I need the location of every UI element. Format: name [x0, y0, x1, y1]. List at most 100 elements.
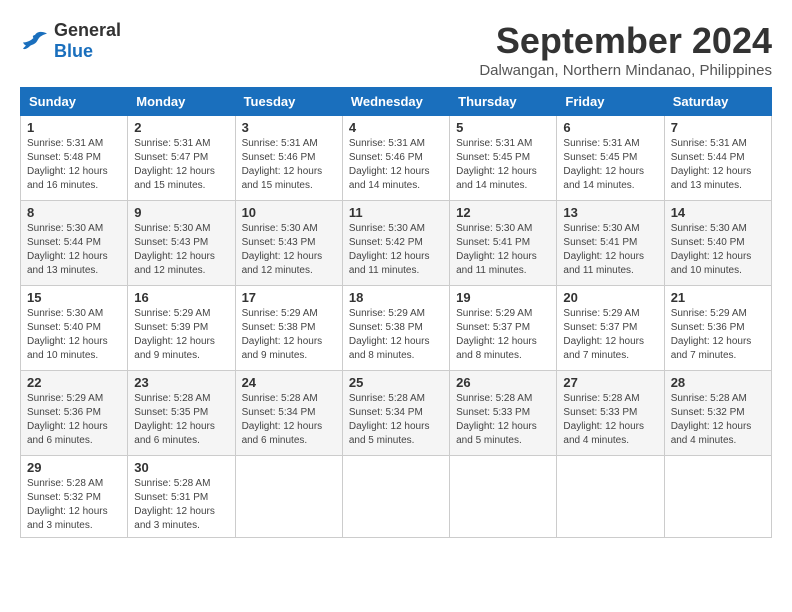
- calendar-week-row: 29 Sunrise: 5:28 AMSunset: 5:32 PMDaylig…: [21, 456, 772, 538]
- day-detail: Sunrise: 5:31 AMSunset: 5:46 PMDaylight:…: [349, 138, 430, 191]
- calendar-day-cell: 11 Sunrise: 5:30 AMSunset: 5:42 PMDaylig…: [342, 201, 449, 286]
- calendar-day-cell: 23 Sunrise: 5:28 AMSunset: 5:35 PMDaylig…: [128, 371, 235, 456]
- day-number: 29: [27, 460, 121, 475]
- calendar-day-cell: 25 Sunrise: 5:28 AMSunset: 5:34 PMDaylig…: [342, 371, 449, 456]
- day-detail: Sunrise: 5:30 AMSunset: 5:43 PMDaylight:…: [134, 223, 215, 276]
- calendar-day-cell: [450, 456, 557, 538]
- location-subtitle: Dalwangan, Northern Mindanao, Philippine…: [479, 62, 772, 79]
- day-detail: Sunrise: 5:29 AMSunset: 5:36 PMDaylight:…: [671, 308, 752, 361]
- day-detail: Sunrise: 5:30 AMSunset: 5:42 PMDaylight:…: [349, 223, 430, 276]
- calendar-day-cell: 30 Sunrise: 5:28 AMSunset: 5:31 PMDaylig…: [128, 456, 235, 538]
- calendar-day-cell: 18 Sunrise: 5:29 AMSunset: 5:38 PMDaylig…: [342, 286, 449, 371]
- day-detail: Sunrise: 5:31 AMSunset: 5:45 PMDaylight:…: [563, 138, 644, 191]
- calendar-week-row: 15 Sunrise: 5:30 AMSunset: 5:40 PMDaylig…: [21, 286, 772, 371]
- day-detail: Sunrise: 5:31 AMSunset: 5:47 PMDaylight:…: [134, 138, 215, 191]
- weekday-header-row: SundayMondayTuesdayWednesdayThursdayFrid…: [21, 88, 772, 116]
- weekday-header-wednesday: Wednesday: [342, 88, 449, 116]
- calendar-day-cell: 3 Sunrise: 5:31 AMSunset: 5:46 PMDayligh…: [235, 116, 342, 201]
- calendar-day-cell: 20 Sunrise: 5:29 AMSunset: 5:37 PMDaylig…: [557, 286, 664, 371]
- day-detail: Sunrise: 5:29 AMSunset: 5:37 PMDaylight:…: [563, 308, 644, 361]
- calendar-week-row: 22 Sunrise: 5:29 AMSunset: 5:36 PMDaylig…: [21, 371, 772, 456]
- day-detail: Sunrise: 5:30 AMSunset: 5:44 PMDaylight:…: [27, 223, 108, 276]
- day-detail: Sunrise: 5:29 AMSunset: 5:38 PMDaylight:…: [349, 308, 430, 361]
- day-number: 4: [349, 120, 443, 135]
- day-detail: Sunrise: 5:28 AMSunset: 5:33 PMDaylight:…: [456, 393, 537, 446]
- day-number: 20: [563, 290, 657, 305]
- day-number: 12: [456, 205, 550, 220]
- day-number: 17: [242, 290, 336, 305]
- day-number: 28: [671, 375, 765, 390]
- calendar-day-cell: [342, 456, 449, 538]
- day-detail: Sunrise: 5:30 AMSunset: 5:40 PMDaylight:…: [671, 223, 752, 276]
- calendar-day-cell: 2 Sunrise: 5:31 AMSunset: 5:47 PMDayligh…: [128, 116, 235, 201]
- weekday-header-tuesday: Tuesday: [235, 88, 342, 116]
- calendar-day-cell: 29 Sunrise: 5:28 AMSunset: 5:32 PMDaylig…: [21, 456, 128, 538]
- calendar-day-cell: 6 Sunrise: 5:31 AMSunset: 5:45 PMDayligh…: [557, 116, 664, 201]
- calendar-day-cell: 1 Sunrise: 5:31 AMSunset: 5:48 PMDayligh…: [21, 116, 128, 201]
- day-number: 18: [349, 290, 443, 305]
- day-number: 2: [134, 120, 228, 135]
- calendar-day-cell: 21 Sunrise: 5:29 AMSunset: 5:36 PMDaylig…: [664, 286, 771, 371]
- day-number: 14: [671, 205, 765, 220]
- calendar-day-cell: 24 Sunrise: 5:28 AMSunset: 5:34 PMDaylig…: [235, 371, 342, 456]
- day-detail: Sunrise: 5:28 AMSunset: 5:32 PMDaylight:…: [671, 393, 752, 446]
- day-detail: Sunrise: 5:31 AMSunset: 5:45 PMDaylight:…: [456, 138, 537, 191]
- day-detail: Sunrise: 5:29 AMSunset: 5:37 PMDaylight:…: [456, 308, 537, 361]
- weekday-header-sunday: Sunday: [21, 88, 128, 116]
- day-detail: Sunrise: 5:28 AMSunset: 5:35 PMDaylight:…: [134, 393, 215, 446]
- calendar-day-cell: 7 Sunrise: 5:31 AMSunset: 5:44 PMDayligh…: [664, 116, 771, 201]
- day-number: 25: [349, 375, 443, 390]
- calendar-day-cell: 9 Sunrise: 5:30 AMSunset: 5:43 PMDayligh…: [128, 201, 235, 286]
- day-number: 8: [27, 205, 121, 220]
- day-detail: Sunrise: 5:30 AMSunset: 5:40 PMDaylight:…: [27, 308, 108, 361]
- day-detail: Sunrise: 5:31 AMSunset: 5:46 PMDaylight:…: [242, 138, 323, 191]
- calendar-day-cell: 4 Sunrise: 5:31 AMSunset: 5:46 PMDayligh…: [342, 116, 449, 201]
- day-detail: Sunrise: 5:29 AMSunset: 5:39 PMDaylight:…: [134, 308, 215, 361]
- day-number: 30: [134, 460, 228, 475]
- day-number: 24: [242, 375, 336, 390]
- calendar-day-cell: [235, 456, 342, 538]
- calendar-day-cell: 10 Sunrise: 5:30 AMSunset: 5:43 PMDaylig…: [235, 201, 342, 286]
- calendar-week-row: 1 Sunrise: 5:31 AMSunset: 5:48 PMDayligh…: [21, 116, 772, 201]
- weekday-header-friday: Friday: [557, 88, 664, 116]
- day-number: 10: [242, 205, 336, 220]
- day-detail: Sunrise: 5:28 AMSunset: 5:34 PMDaylight:…: [242, 393, 323, 446]
- day-number: 13: [563, 205, 657, 220]
- day-detail: Sunrise: 5:28 AMSunset: 5:33 PMDaylight:…: [563, 393, 644, 446]
- day-number: 16: [134, 290, 228, 305]
- day-detail: Sunrise: 5:29 AMSunset: 5:38 PMDaylight:…: [242, 308, 323, 361]
- calendar-table: SundayMondayTuesdayWednesdayThursdayFrid…: [20, 87, 772, 538]
- calendar-day-cell: [664, 456, 771, 538]
- day-detail: Sunrise: 5:31 AMSunset: 5:44 PMDaylight:…: [671, 138, 752, 191]
- day-number: 19: [456, 290, 550, 305]
- weekday-header-monday: Monday: [128, 88, 235, 116]
- day-number: 22: [27, 375, 121, 390]
- month-year-title: September 2024: [479, 20, 772, 62]
- day-detail: Sunrise: 5:30 AMSunset: 5:43 PMDaylight:…: [242, 223, 323, 276]
- calendar-day-cell: [557, 456, 664, 538]
- day-number: 27: [563, 375, 657, 390]
- calendar-day-cell: 27 Sunrise: 5:28 AMSunset: 5:33 PMDaylig…: [557, 371, 664, 456]
- logo: General Blue: [20, 20, 121, 62]
- day-detail: Sunrise: 5:31 AMSunset: 5:48 PMDaylight:…: [27, 138, 108, 191]
- day-detail: Sunrise: 5:29 AMSunset: 5:36 PMDaylight:…: [27, 393, 108, 446]
- logo-bird-icon: [20, 29, 50, 53]
- calendar-day-cell: 5 Sunrise: 5:31 AMSunset: 5:45 PMDayligh…: [450, 116, 557, 201]
- calendar-day-cell: 22 Sunrise: 5:29 AMSunset: 5:36 PMDaylig…: [21, 371, 128, 456]
- day-number: 9: [134, 205, 228, 220]
- weekday-header-thursday: Thursday: [450, 88, 557, 116]
- day-number: 7: [671, 120, 765, 135]
- day-number: 15: [27, 290, 121, 305]
- calendar-day-cell: 8 Sunrise: 5:30 AMSunset: 5:44 PMDayligh…: [21, 201, 128, 286]
- calendar-day-cell: 28 Sunrise: 5:28 AMSunset: 5:32 PMDaylig…: [664, 371, 771, 456]
- weekday-header-saturday: Saturday: [664, 88, 771, 116]
- day-number: 3: [242, 120, 336, 135]
- day-detail: Sunrise: 5:28 AMSunset: 5:32 PMDaylight:…: [27, 478, 108, 531]
- day-detail: Sunrise: 5:28 AMSunset: 5:31 PMDaylight:…: [134, 478, 215, 531]
- logo-general: General: [54, 20, 121, 40]
- day-number: 1: [27, 120, 121, 135]
- calendar-day-cell: 14 Sunrise: 5:30 AMSunset: 5:40 PMDaylig…: [664, 201, 771, 286]
- day-number: 11: [349, 205, 443, 220]
- title-block: September 2024 Dalwangan, Northern Minda…: [479, 20, 772, 79]
- logo-text: General Blue: [54, 20, 121, 62]
